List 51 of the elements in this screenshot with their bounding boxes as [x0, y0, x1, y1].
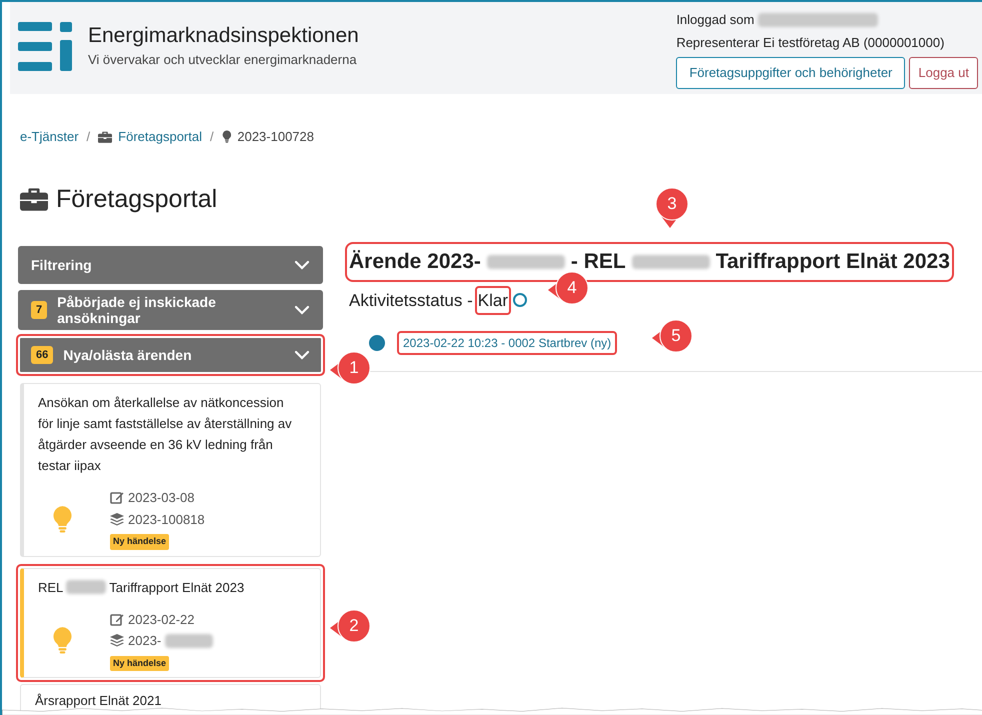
- status-label: Aktivitetsstatus -: [349, 290, 473, 312]
- case-heading: Ärende 2023-: [349, 249, 481, 275]
- breadcrumb-link[interactable]: e-Tjänster: [20, 127, 79, 146]
- edit-icon: [110, 612, 124, 626]
- case-number: 2023-100818: [128, 510, 205, 528]
- chevron-down-icon: [294, 260, 310, 270]
- chevron-down-icon: [294, 350, 310, 360]
- company-details-button[interactable]: Företagsuppgifter och behörigheter: [676, 57, 906, 89]
- edit-icon: [110, 491, 124, 504]
- case-date: 2023-03-08: [128, 489, 194, 507]
- lightbulb-icon: [222, 130, 232, 144]
- organization-name: Energimarknadsinspektionen: [88, 23, 359, 49]
- status-value: Klar: [476, 288, 509, 313]
- lightbulb-icon: [52, 626, 73, 654]
- event-tag: Ny händelse: [110, 534, 170, 550]
- page-title: Företagsportal: [56, 184, 218, 214]
- logout-button[interactable]: Logga ut: [909, 57, 978, 89]
- case-title: Ansökan om återkallelse av nätkoncession för linje samt fastställelse av återställning av åtgärder avseende en 36 kV ledning från testar iipax: [38, 394, 293, 475]
- case-title: Tariffrapport Elnät 2023: [109, 578, 244, 597]
- breadcrumb-separator: /: [86, 128, 90, 146]
- event-link[interactable]: 2023-02-22 10:23 - 0002 Startbrev (ny): [399, 333, 616, 353]
- count-badge: 7: [31, 300, 48, 320]
- lightbulb-icon: [52, 504, 73, 533]
- redacted-text: [66, 580, 106, 594]
- briefcase-icon: [98, 130, 112, 143]
- layers-icon: [110, 634, 124, 648]
- case-title: Årsrapport Elnät 2021: [35, 693, 162, 708]
- timeline-dot-icon: [369, 335, 385, 351]
- logged-in-label: Inloggad som: [676, 11, 754, 29]
- represented-company: Representerar Ei testföretag AB (0000001000): [676, 34, 946, 52]
- layers-icon: [110, 512, 124, 526]
- breadcrumb-separator: /: [210, 128, 214, 146]
- event-tag: Ny händelse: [110, 656, 170, 671]
- case-number: 2023-: [128, 632, 162, 650]
- accordion-header[interactable]: 66 Nya/olästa ärenden: [16, 334, 325, 376]
- accordion-header[interactable]: Filtrering: [16, 244, 325, 286]
- case-title: REL: [38, 578, 64, 596]
- redacted-text: [165, 634, 214, 648]
- accordion-header[interactable]: 7 Påbörjade ej inskickade ansökningar: [16, 288, 325, 332]
- breadcrumb-link[interactable]: Företagsportal: [118, 127, 202, 146]
- chevron-down-icon: [294, 305, 310, 315]
- case-heading: Tariffrapport Elnät 2023: [716, 249, 950, 275]
- tagline: Vi övervakar och utvecklar energimarknaderna: [88, 51, 358, 69]
- logo-icon: [18, 22, 74, 72]
- case-heading: - REL: [570, 249, 626, 275]
- briefcase-icon: [20, 187, 48, 212]
- breadcrumb-current: 2023-100728: [237, 128, 314, 146]
- case-card[interactable]: REL Tariffrapport Elnät 2023 2023-02-22 2023- Ny händelse: [16, 564, 325, 682]
- count-badge: 66: [31, 346, 54, 364]
- case-date: 2023-02-22: [128, 610, 194, 628]
- status-circle-icon: [513, 293, 527, 308]
